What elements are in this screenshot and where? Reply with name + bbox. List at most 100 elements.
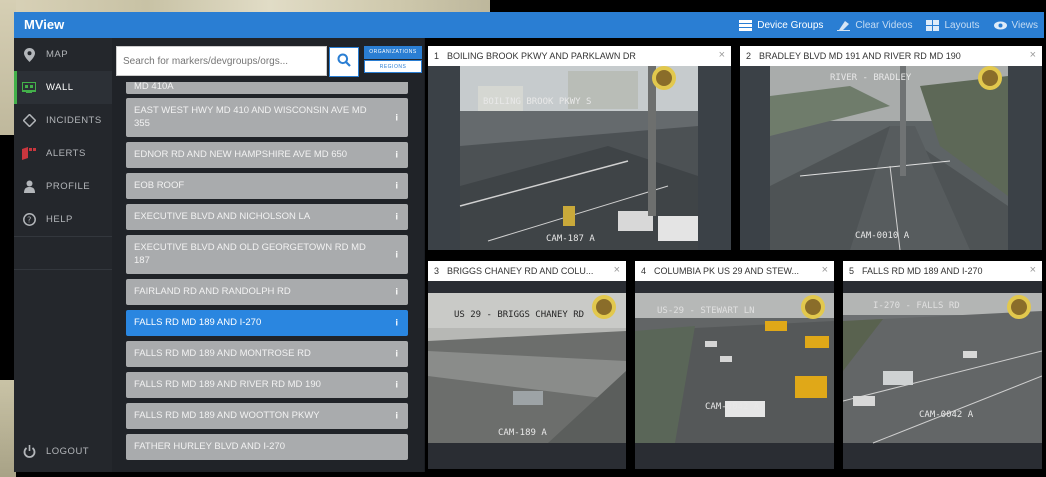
info-icon[interactable]: i [395, 211, 398, 224]
list-item-label: MD 410A [134, 82, 174, 92]
camera-id: CAM-189 A [498, 428, 547, 438]
scope-toggle: ORGANIZATIONS REGIONS [364, 46, 422, 74]
info-icon[interactable]: i [395, 348, 398, 361]
sidebar-divider [14, 236, 112, 270]
list-item-label: EOB ROOF [134, 180, 185, 191]
list-item[interactable]: FALLS RD MD 189 AND RIVER RD MD 190 i [126, 372, 408, 398]
list-item-label: EXECUTIVE BLVD AND NICHOLSON LA [134, 211, 311, 222]
top-bar: MView Device Groups Clear Videos Layouts [14, 12, 1044, 38]
list-item-label: FALLS RD MD 189 AND MONTROSE RD [134, 348, 311, 359]
info-icon[interactable]: i [395, 149, 398, 162]
device-list: MD 410A EAST WEST HWY MD 410 AND WISCONS… [126, 82, 412, 472]
logout-button[interactable]: LOGOUT [14, 435, 112, 468]
list-item[interactable]: EDNOR RD AND NEW HAMPSHIRE AVE MD 650 i [126, 142, 408, 168]
layouts-button[interactable]: Layouts [926, 19, 980, 31]
list-item-label: EAST WEST HWY MD 410 AND WISCONSIN AVE M… [134, 105, 367, 129]
search-input[interactable] [117, 47, 327, 75]
camera-tile[interactable]: 4 COLUMBIA PK US 29 AND STEW... × US-29 … [635, 261, 834, 469]
camera-header: 2 BRADLEY BLVD MD 191 AND RIVER RD MD 19… [740, 46, 1042, 66]
camera-title: BOILING BROOK PKWY AND PARKLAWN DR [447, 51, 636, 61]
camera-id: CAM-0042 A [919, 410, 974, 420]
camera-header: 4 COLUMBIA PK US 29 AND STEW... × [635, 261, 834, 281]
camera-tile[interactable]: 3 BRIGGS CHANEY RD AND COLU... × US 29 -… [428, 261, 626, 469]
camera-header: 3 BRIGGS CHANEY RD AND COLU... × [428, 261, 626, 281]
user-icon [22, 180, 36, 194]
info-icon[interactable]: i [395, 379, 398, 392]
sidebar-item-label: INCIDENTS [46, 115, 102, 126]
sidebar-item-alerts[interactable]: ALERTS [14, 137, 112, 170]
grid-icon [926, 19, 940, 31]
list-item[interactable]: FAIRLAND RD AND RANDOLPH RD i [126, 279, 408, 305]
sidebar-item-wall[interactable]: WALL [14, 71, 112, 104]
alert-icon [22, 147, 36, 161]
list-item-label: EXECUTIVE BLVD AND OLD GEORGETOWN RD MD … [134, 242, 366, 266]
device-list-panel: ORGANIZATIONS REGIONS MD 410A EAST WEST … [112, 38, 424, 472]
monitor-icon [22, 81, 36, 95]
camera-overlay-text: BOILING BROOK PKWY S [483, 97, 591, 107]
camera-overlay-text: US-29 - STEWART LN [657, 306, 755, 316]
camera-overlay-text: US 29 - BRIGGS CHANEY RD [454, 310, 584, 320]
help-icon: ? [22, 213, 36, 227]
close-icon[interactable]: × [1030, 49, 1036, 61]
list-item[interactable]: FALLS RD MD 189 AND WOOTTON PKWY i [126, 403, 408, 429]
list-item-label: EDNOR RD AND NEW HAMPSHIRE AVE MD 650 [134, 149, 348, 160]
list-item[interactable]: EXECUTIVE BLVD AND NICHOLSON LA i [126, 204, 408, 230]
clear-videos-button[interactable]: Clear Videos [837, 20, 912, 31]
sidebar-item-help[interactable]: ? HELP [14, 203, 112, 236]
sidebar-item-profile[interactable]: PROFILE [14, 170, 112, 203]
list-item-label: FALLS RD MD 189 AND RIVER RD MD 190 [134, 379, 321, 390]
list-item-label: FALLS RD MD 189 AND WOOTTON PKWY [134, 410, 320, 421]
info-icon[interactable]: i [395, 248, 398, 261]
close-icon[interactable]: × [719, 49, 725, 61]
list-item[interactable]: EAST WEST HWY MD 410 AND WISCONSIN AVE M… [126, 98, 408, 137]
logout-label: LOGOUT [46, 446, 90, 457]
camera-tile[interactable]: 5 FALLS RD MD 189 AND I-270 × I-270 - FA… [843, 261, 1042, 469]
camera-id: CAM-187 A [546, 234, 595, 244]
device-groups-button[interactable]: Device Groups [739, 19, 824, 31]
list-item[interactable]: FATHER HURLEY BLVD AND I-270 [126, 434, 408, 460]
camera-number: 1 [434, 51, 440, 61]
layouts-label: Layouts [944, 19, 980, 31]
organizations-toggle[interactable]: ORGANIZATIONS [364, 46, 422, 59]
sidebar-item-incidents[interactable]: INCIDENTS [14, 104, 112, 137]
info-icon[interactable]: i [395, 410, 398, 423]
list-item[interactable]: EXECUTIVE BLVD AND OLD GEORGETOWN RD MD … [126, 235, 408, 274]
camera-feed: RIVER - BRADLEY CAM-0010 A [740, 66, 1042, 250]
sidebar-item-label: PROFILE [46, 181, 91, 192]
video-wall: 1 BOILING BROOK PKWY AND PARKLAWN DR × B… [425, 38, 1044, 472]
list-item[interactable]: EOB ROOF i [126, 173, 408, 199]
sidebar-item-map[interactable]: MAP [14, 38, 112, 71]
device-groups-label: Device Groups [757, 19, 824, 31]
camera-id: CAM-0042 A [705, 402, 760, 412]
camera-tile[interactable]: 1 BOILING BROOK PKWY AND PARKLAWN DR × B… [428, 46, 731, 250]
list-item[interactable]: MD 410A [126, 82, 408, 94]
list-item-selected[interactable]: FALLS RD MD 189 AND I-270 i [126, 310, 408, 336]
info-icon[interactable]: i [395, 180, 398, 193]
camera-number: 4 [641, 266, 647, 276]
close-icon[interactable]: × [614, 264, 620, 276]
list-item-label: FATHER HURLEY BLVD AND I-270 [134, 441, 285, 452]
power-icon [22, 445, 36, 459]
camera-title: BRADLEY BLVD MD 191 AND RIVER RD MD 190 [759, 51, 961, 61]
search-button[interactable] [329, 47, 359, 77]
search-icon [337, 53, 351, 72]
diamond-icon [22, 114, 36, 128]
views-button[interactable]: Views [993, 20, 1038, 31]
search-box [116, 46, 359, 77]
app-window: MView Device Groups Clear Videos Layouts [14, 12, 1044, 472]
regions-toggle[interactable]: REGIONS [364, 60, 422, 73]
camera-feed: BOILING BROOK PKWY S CAM-187 A [428, 66, 731, 250]
camera-overlay-text: I-270 - FALLS RD [873, 301, 960, 311]
close-icon[interactable]: × [1030, 264, 1036, 276]
sidebar-item-label: MAP [46, 49, 69, 60]
info-icon[interactable]: i [395, 111, 398, 124]
camera-tile[interactable]: 2 BRADLEY BLVD MD 191 AND RIVER RD MD 19… [740, 46, 1042, 250]
info-icon[interactable]: i [395, 317, 398, 330]
close-icon[interactable]: × [822, 264, 828, 276]
list-item[interactable]: FALLS RD MD 189 AND MONTROSE RD i [126, 341, 408, 367]
camera-feed: US 29 - BRIGGS CHANEY RD CAM-189 A [428, 281, 626, 469]
eraser-icon [837, 20, 851, 31]
camera-header: 5 FALLS RD MD 189 AND I-270 × [843, 261, 1042, 281]
info-icon[interactable]: i [395, 286, 398, 299]
camera-overlay-text: RIVER - BRADLEY [830, 73, 912, 83]
